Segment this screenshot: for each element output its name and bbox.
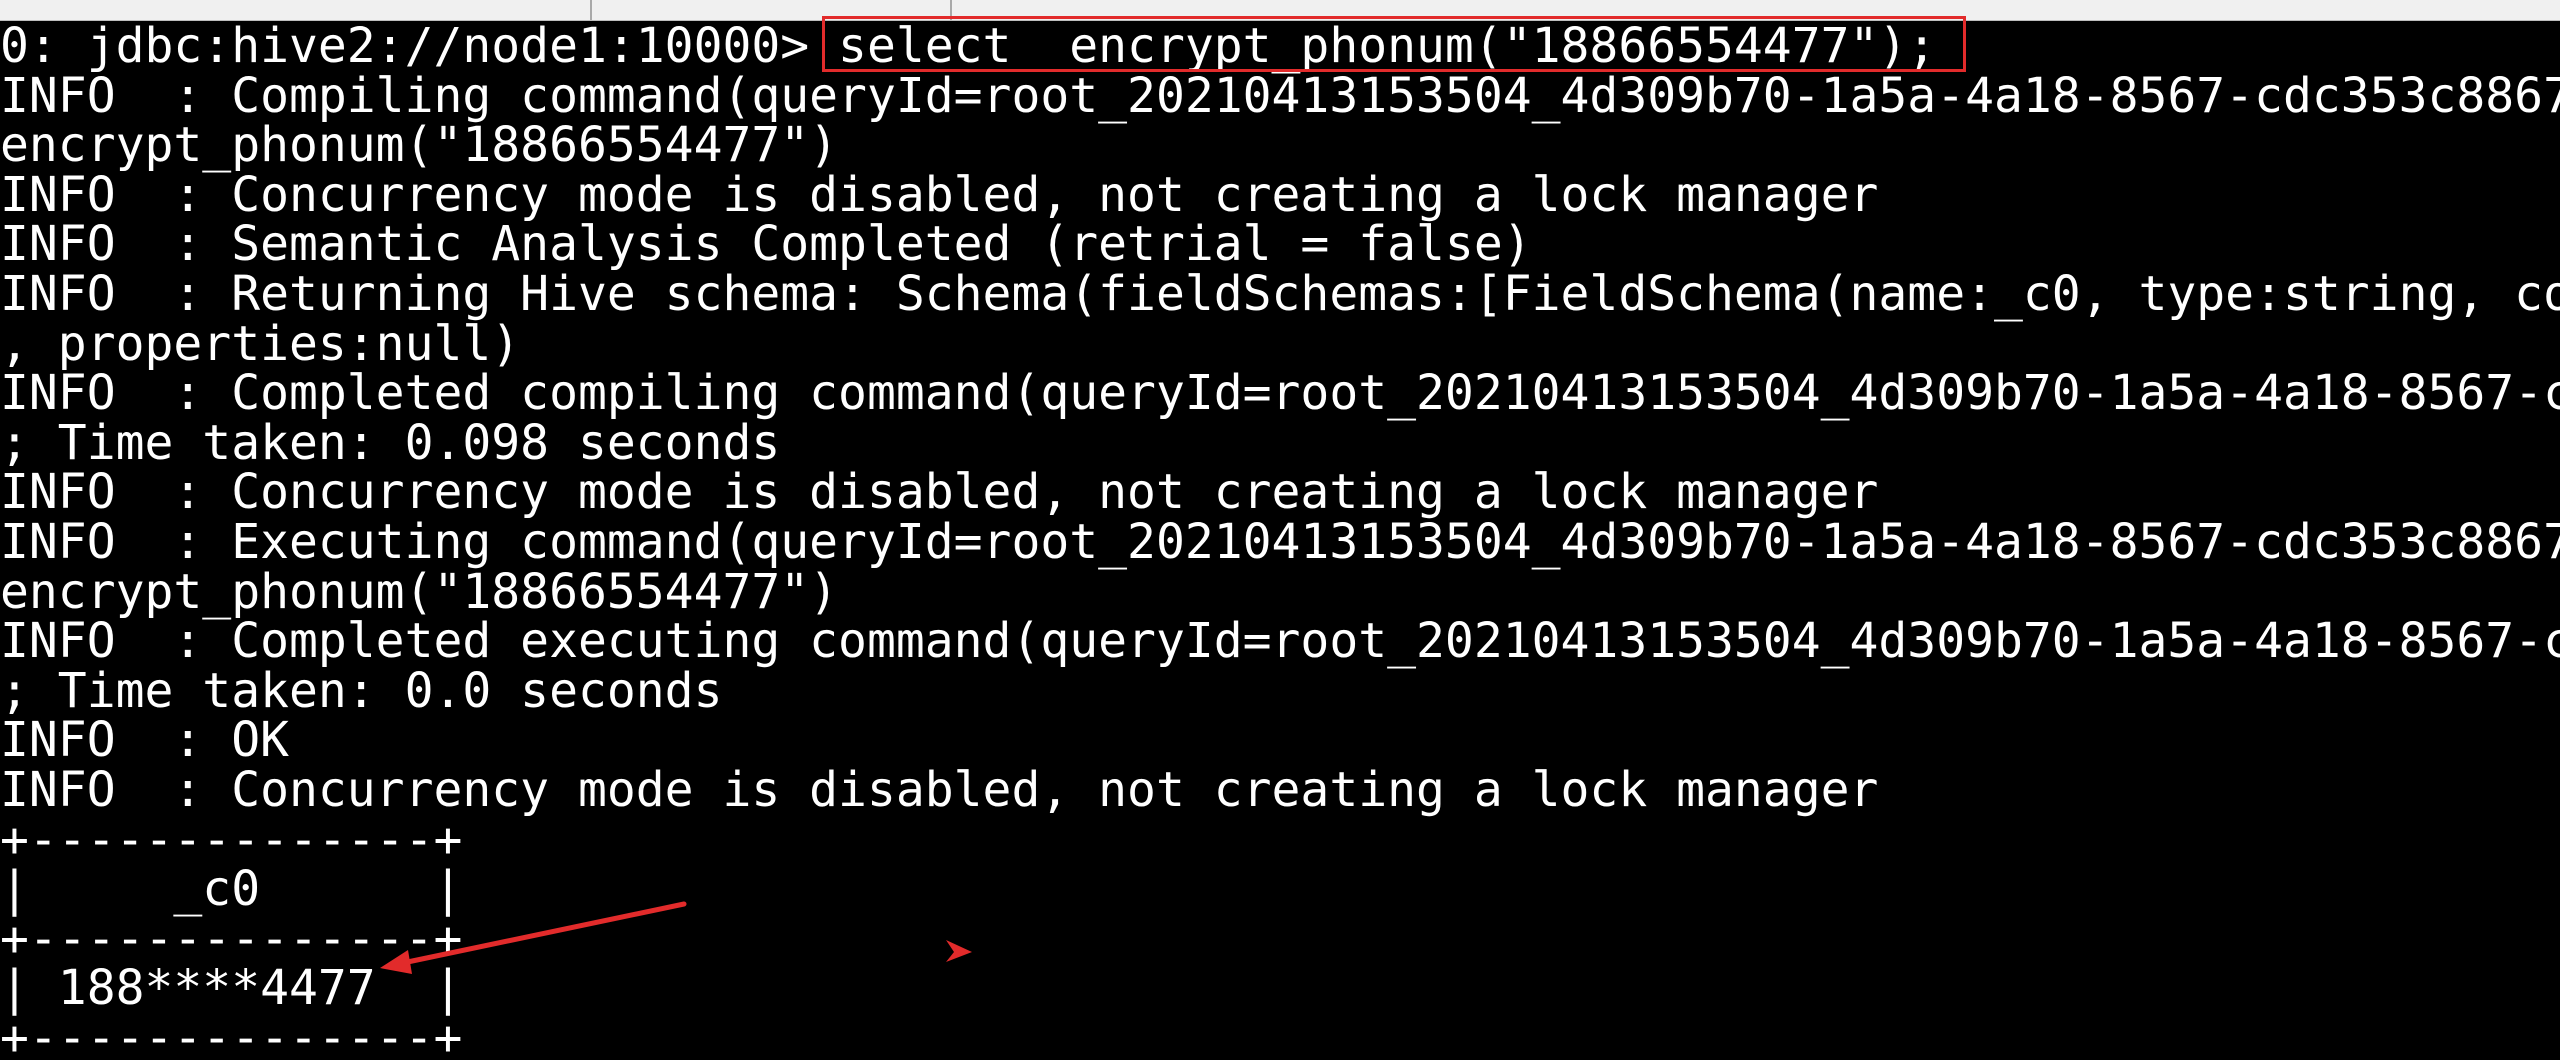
log-line: INFO : Concurrency mode is disabled, not… (0, 464, 1879, 521)
result-table-border: +--------------+ (0, 1010, 463, 1060)
log-line: encrypt_phonum("18866554477") (0, 563, 839, 620)
log-line: ; Time taken: 0.0 seconds (0, 662, 723, 719)
terminal-output[interactable]: 0: jdbc:hive2://node1:10000> select encr… (0, 21, 2560, 1060)
log-line: INFO : Compiling command(queryId=root_20… (0, 67, 2560, 124)
log-line: INFO : OK (0, 712, 289, 769)
log-line: INFO : Completed executing command(query… (0, 613, 2560, 670)
log-line: encrypt_phonum("18866554477") (0, 117, 839, 174)
log-line: INFO : Executing command(queryId=root_20… (0, 514, 2560, 570)
log-line: INFO : Completed compiling command(query… (0, 365, 2560, 422)
log-line: INFO : Concurrency mode is disabled, not… (0, 762, 1879, 818)
terminal-window: 0: jdbc:hive2://node1:10000> select encr… (0, 0, 2560, 1060)
result-table-border: +--------------+ (0, 910, 463, 967)
result-table-row: | 188****4477 | (0, 960, 463, 1017)
command-highlight-box (822, 16, 1966, 72)
log-line: , properties:null) (0, 315, 521, 372)
result-table-header: | _c0 | (0, 861, 463, 918)
log-line: INFO : Concurrency mode is disabled, not… (0, 166, 1879, 223)
log-line: ; Time taken: 0.098 seconds (0, 414, 781, 471)
tab-divider (590, 0, 592, 20)
log-line: INFO : Semantic Analysis Completed (retr… (0, 216, 1532, 273)
result-table-border: +--------------+ (0, 811, 463, 868)
log-line: INFO : Returning Hive schema: Schema(fie… (0, 266, 2560, 322)
